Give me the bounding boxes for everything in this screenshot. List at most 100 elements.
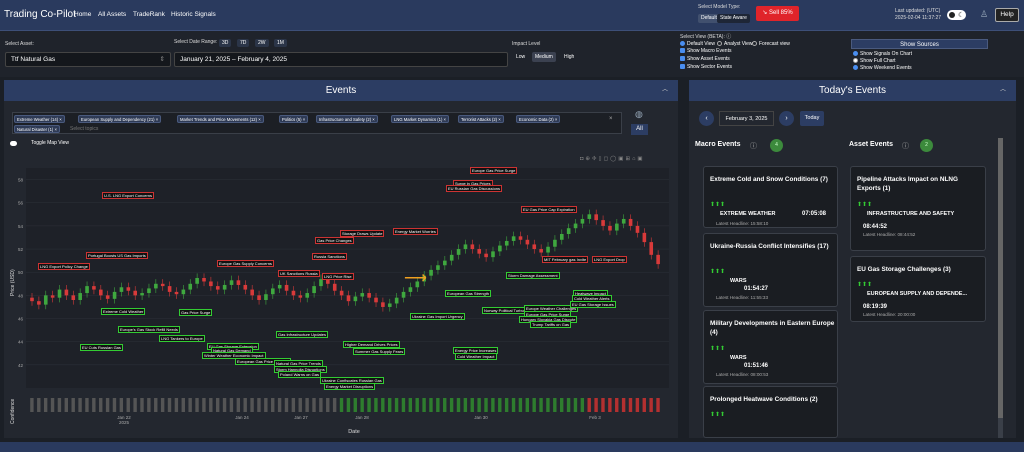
event-annotation-bearish[interactable]: Portugal Boosts US Gas Imports (86, 252, 148, 259)
show-asset-checkbox[interactable]: Show Asset Events (680, 56, 730, 62)
event-annotation-bullish[interactable]: Gas Price Surge (179, 309, 213, 316)
event-annotation-bullish[interactable]: Ukraine Gas Import Urgency (410, 313, 465, 320)
event-annotation-bullish[interactable]: Extreme Cold Weather (101, 308, 146, 315)
event-annotation-bearish[interactable]: UK Sanctions Russia (278, 270, 320, 277)
map-view-toggle[interactable] (10, 141, 17, 146)
event-annotation-bullish[interactable]: Trump Tariffs on Gas (530, 321, 572, 328)
candle-body (99, 289, 103, 296)
user-icon[interactable]: ♙ (980, 9, 988, 20)
event-annotation-bearish[interactable]: Gas Price Changes (315, 237, 354, 244)
topic-tag[interactable]: Terrorist Attacks (2) × (458, 115, 504, 123)
date-picker[interactable]: February 3, 2025 (719, 111, 774, 126)
event-annotation-bearish[interactable]: LNG Export Policy Change (38, 263, 90, 270)
event-annotation-bullish[interactable]: Gas Infrastructure Updates (276, 331, 329, 338)
impact-medium[interactable]: Medium (532, 52, 556, 62)
topic-tag[interactable]: Market Trends and Price Movements (12) × (177, 115, 264, 123)
event-annotation-bullish[interactable]: European Gas Strength (445, 290, 492, 297)
topic-tag[interactable]: Infrastructure and Safety (2) × (316, 115, 378, 123)
scrollbar-thumb[interactable] (998, 138, 1003, 418)
model-state-aware-toggle[interactable]: State Aware (717, 14, 750, 23)
range-2w-button[interactable]: 2W (255, 39, 269, 47)
info-icon[interactable]: ⓘ (750, 141, 757, 151)
event-annotation-bullish[interactable]: Summer Gas Supply Fears (353, 348, 406, 355)
topic-tag[interactable]: Politics (5) × (279, 115, 309, 123)
candle-body (367, 293, 371, 298)
signals-on-chart-toggle[interactable]: Show Signals On Chart (853, 51, 912, 57)
event-annotation-bullish[interactable]: LNG Tankers to Europe (159, 335, 205, 342)
view-analyst-radio[interactable]: Analyst View (717, 41, 753, 47)
event-annotation-bearish[interactable]: LNG Price Rise (322, 273, 354, 280)
weekend-events-toggle[interactable]: Show Weekend Events (853, 65, 912, 71)
asset-event-card[interactable]: EU Gas Storage Challenges (3) ⬆⬆⬆ EUROPEAN… (850, 256, 986, 322)
event-annotation-bearish[interactable]: EU Russian Gas Discussions (446, 185, 503, 192)
confidence-bar (271, 398, 275, 412)
clear-topics-icon[interactable]: × (609, 116, 613, 122)
full-chart-toggle[interactable]: Show Full Chart (853, 58, 896, 64)
candle-body (559, 234, 564, 240)
event-annotation-bullish[interactable]: Storm Damage Assessment (506, 272, 560, 279)
y-tick-label: 56 (18, 201, 24, 206)
event-annotation-bearish[interactable]: LNG Export Drop (592, 256, 627, 263)
range-7d-button[interactable]: 7D (237, 39, 250, 47)
globe-icon[interactable]: ◍ (635, 109, 643, 120)
nav-historic-signals[interactable]: Historic Signals (171, 11, 216, 18)
event-annotation-bullish[interactable]: Cold Weather Impact (455, 353, 497, 360)
confidence-bar (360, 398, 364, 412)
prev-day-button[interactable]: ‹ (699, 111, 714, 126)
event-annotation-bullish[interactable]: Europe's Gas Stock Refill Needs (118, 326, 180, 333)
range-3d-button[interactable]: 3D (219, 39, 232, 47)
info-icon[interactable]: ⓘ (902, 141, 909, 151)
candle-body (498, 245, 502, 252)
event-annotation-bearish[interactable]: Europe Gas Price Surge (470, 167, 518, 174)
event-annotation-bearish[interactable]: U.S. LNG Export Concerns (102, 192, 155, 199)
event-annotation-bearish[interactable]: Europe Gas Supply Concerns (217, 260, 274, 267)
event-annotation-bearish[interactable]: MIT February gas Invite (542, 256, 589, 263)
scrollbar[interactable] (998, 138, 1003, 438)
topic-tag[interactable]: Natural Disaster (1) × (14, 125, 60, 133)
view-default-radio[interactable]: Default View (680, 41, 715, 47)
macro-event-card[interactable]: Extreme Cold and Snow Conditions (7) ⬆⬆⬆ E… (703, 166, 838, 228)
nav-traderank[interactable]: TradeRank (133, 11, 165, 18)
date-range-field[interactable]: January 21, 2025 – February 4, 2025 (174, 52, 508, 67)
macro-event-card[interactable]: Ukraine-Russia Conflict Intensifies (17)… (703, 233, 838, 307)
nav-all-assets[interactable]: All Assets (98, 11, 126, 18)
event-time: 08:19:39 (863, 304, 888, 310)
macro-event-card[interactable]: Prolonged Heatwave Conditions (2) ⬆⬆⬆ (703, 386, 838, 438)
nav-home[interactable]: Home (74, 11, 91, 18)
confidence-bar (284, 398, 289, 412)
chevron-up-icon[interactable]: ︿ (662, 80, 668, 101)
view-forecast-radio[interactable]: Forecast view (752, 41, 790, 47)
x-tick-label: Jan 27 (294, 415, 308, 420)
event-annotation-bullish[interactable]: Poland Warns on Gas (278, 371, 321, 378)
event-annotation-bullish[interactable]: EU Gas Storage Issues (570, 301, 616, 308)
event-annotation-bullish[interactable]: Higher Demand Drives Prices (343, 341, 400, 348)
today-button[interactable]: Today (800, 111, 824, 126)
confidence-bar (408, 398, 413, 412)
event-annotation-bullish[interactable]: EU Cuts Russian Gas (80, 344, 123, 351)
events-title: Events (325, 85, 357, 96)
event-annotation-bearish[interactable]: EU Gas Price Cap Expiration (521, 206, 577, 213)
range-1m-button[interactable]: 1M (274, 39, 287, 47)
topic-tag[interactable]: Economic Data (2) × (516, 115, 561, 123)
event-annotation-bearish[interactable]: Russia Sanctions (312, 253, 347, 260)
asset-event-card[interactable]: Pipeline Attacks Impact on NLNG Exports … (850, 166, 986, 251)
event-title: Ukraine-Russia Conflict Intensifies (17) (710, 243, 829, 250)
all-topics-button[interactable]: All (631, 124, 648, 135)
chevron-up-icon[interactable]: ︿ (1000, 80, 1006, 101)
next-day-button[interactable]: › (779, 111, 794, 126)
macro-event-card[interactable]: Military Developments in Eastern Europe … (703, 310, 838, 384)
topic-tag[interactable]: European Supply and Dependency (21) × (78, 115, 162, 123)
show-macro-checkbox[interactable]: Show Macro Events (680, 48, 731, 54)
sell-signal-button[interactable]: ↘ Sell 85% (756, 6, 799, 21)
impact-low[interactable]: Low (516, 54, 525, 60)
impact-high[interactable]: High (564, 54, 574, 60)
show-sources-button[interactable]: Show Sources (851, 39, 988, 49)
event-annotation-bearish[interactable]: Energy Market Worries (393, 228, 438, 235)
help-button[interactable]: Help (995, 8, 1019, 22)
topic-tag[interactable]: LNG Market Dynamics (1) × (391, 115, 450, 123)
topic-tag[interactable]: Extreme Weather (14) × (14, 115, 65, 123)
event-annotation-bullish[interactable]: Energy Market Disruptions (324, 383, 376, 390)
asset-select[interactable]: Ttf Natural Gas ⇕ (5, 52, 171, 67)
show-sector-checkbox[interactable]: Show Sector Events (680, 64, 732, 70)
event-annotation-bearish[interactable]: Storage Draws Update (340, 230, 385, 237)
